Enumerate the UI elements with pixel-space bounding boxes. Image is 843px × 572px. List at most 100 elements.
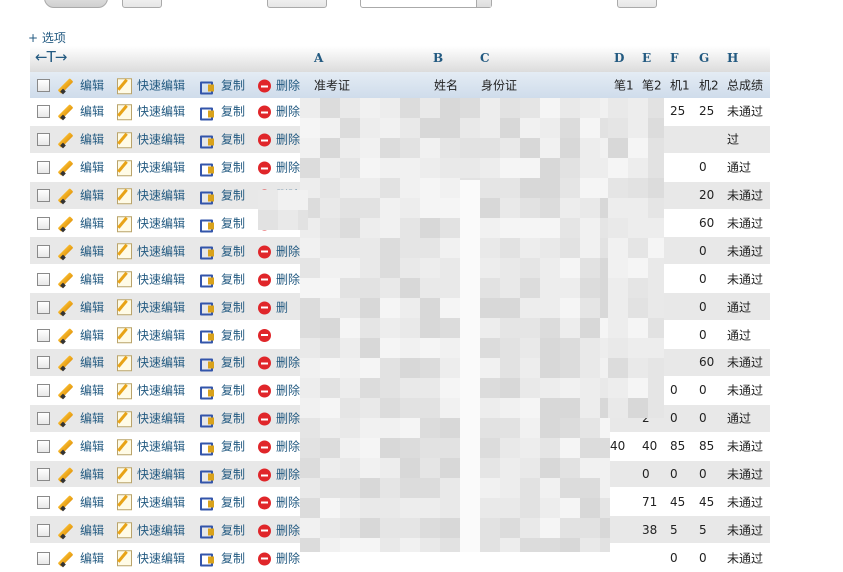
delete-link[interactable]: 删除	[258, 438, 300, 455]
delete-link[interactable]	[258, 328, 276, 342]
top-toolbar-control[interactable]	[122, 0, 162, 8]
quick-edit-link[interactable]: 快速编辑	[117, 409, 185, 427]
quick-edit-link[interactable]: 快速编辑	[117, 270, 185, 288]
quick-edit-link[interactable]: 快速编辑	[117, 158, 185, 176]
copy-link[interactable]: 复制	[200, 270, 245, 288]
delete-link[interactable]: 删除	[258, 77, 300, 94]
edit-link[interactable]: 编辑	[60, 298, 104, 315]
edit-link[interactable]: 编辑	[60, 438, 104, 455]
row-checkbox[interactable]	[37, 468, 50, 482]
delete-link[interactable]: 删除	[258, 159, 300, 176]
edit-link[interactable]: 编辑	[60, 77, 104, 94]
edit-link[interactable]: 编辑	[60, 382, 104, 399]
options-toggle-link[interactable]: + 选项	[28, 29, 66, 46]
quick-edit-link[interactable]: 快速编辑	[117, 465, 185, 483]
quick-edit-link[interactable]: 快速编辑	[117, 298, 185, 316]
copy-link[interactable]: 复制	[200, 298, 245, 316]
row-checkbox[interactable]	[37, 244, 50, 258]
edit-link[interactable]: 编辑	[60, 131, 104, 148]
quick-edit-link[interactable]: 快速编辑	[117, 214, 185, 232]
delete-link[interactable]: 删除	[258, 521, 300, 538]
dropdown-arrow-icon[interactable]	[476, 0, 491, 7]
column-resize-arrows-icon[interactable]: ←T→	[35, 48, 67, 66]
quick-edit-link[interactable]: 快速编辑	[117, 326, 185, 344]
row-checkbox[interactable]	[37, 551, 50, 565]
header-machine2[interactable]: 机2	[699, 77, 719, 94]
row-checkbox[interactable]	[37, 272, 50, 286]
edit-link[interactable]: 编辑	[60, 354, 104, 371]
header-machine1[interactable]: 机1	[670, 77, 690, 94]
edit-link[interactable]: 编辑	[60, 521, 104, 538]
copy-link[interactable]: 复制	[200, 438, 245, 456]
header-ticket[interactable]: 准考证	[314, 77, 350, 94]
header-total[interactable]: 总成绩	[727, 77, 763, 94]
row-checkbox[interactable]	[37, 79, 50, 92]
header-id-card[interactable]: 身份证	[481, 77, 517, 94]
edit-link[interactable]: 编辑	[60, 410, 104, 427]
copy-link[interactable]: 复制	[200, 410, 245, 428]
header-written2[interactable]: 笔2	[642, 77, 662, 94]
quick-edit-link[interactable]: 快速编辑	[117, 493, 185, 511]
delete-link[interactable]: 删除	[258, 410, 300, 427]
quick-edit-link[interactable]: 快速编辑	[117, 76, 185, 94]
edit-link[interactable]: 编辑	[60, 326, 104, 343]
copy-link[interactable]: 复制	[200, 354, 245, 372]
row-checkbox[interactable]	[37, 189, 50, 203]
top-toolbar-button[interactable]	[44, 0, 108, 8]
quick-edit-link[interactable]: 快速编辑	[117, 354, 185, 372]
row-checkbox[interactable]	[37, 440, 50, 454]
copy-link[interactable]: 复制	[200, 77, 245, 94]
copy-link[interactable]: 复制	[200, 131, 245, 149]
edit-link[interactable]: 编辑	[60, 103, 104, 120]
edit-link[interactable]: 编辑	[60, 466, 104, 483]
row-checkbox[interactable]	[37, 412, 50, 426]
delete-link[interactable]: 删除	[258, 466, 300, 483]
copy-link[interactable]: 复制	[200, 215, 245, 232]
copy-link[interactable]: 复制	[200, 326, 245, 344]
quick-edit-link[interactable]: 快速编辑	[117, 186, 185, 204]
delete-link[interactable]: 删除	[258, 270, 300, 287]
top-toolbar-control[interactable]	[267, 0, 327, 8]
row-checkbox[interactable]	[37, 328, 50, 342]
copy-link[interactable]: 复制	[200, 382, 245, 400]
delete-link[interactable]: 删除	[258, 103, 300, 120]
delete-link[interactable]: 删除	[258, 493, 300, 510]
row-checkbox[interactable]	[37, 105, 50, 119]
row-checkbox[interactable]	[37, 356, 50, 370]
quick-edit-link[interactable]: 快速编辑	[117, 521, 185, 539]
delete-link[interactable]: 删除	[258, 242, 300, 259]
top-select-dropdown[interactable]	[360, 0, 492, 8]
copy-link[interactable]: 复制	[200, 187, 245, 205]
row-checkbox[interactable]	[37, 161, 50, 175]
edit-link[interactable]: 编辑	[60, 270, 104, 287]
edit-link[interactable]: 编辑	[60, 215, 104, 232]
delete-link[interactable]: 删	[258, 298, 288, 315]
row-checkbox[interactable]	[37, 217, 50, 230]
edit-link[interactable]: 编辑	[60, 242, 104, 259]
top-toolbar-control[interactable]	[617, 0, 657, 8]
quick-edit-link[interactable]: 快速编辑	[117, 131, 185, 149]
delete-link[interactable]: 删除	[258, 354, 300, 371]
header-name[interactable]: 姓名	[434, 77, 458, 94]
row-checkbox[interactable]	[37, 300, 50, 314]
copy-link[interactable]: 复制	[200, 466, 245, 484]
copy-link[interactable]: 复制	[200, 242, 245, 260]
edit-link[interactable]: 编辑	[60, 159, 104, 176]
quick-edit-link[interactable]: 快速编辑	[117, 103, 185, 121]
copy-link[interactable]: 复制	[200, 521, 245, 539]
edit-link[interactable]: 编辑	[60, 493, 104, 510]
copy-link[interactable]: 复制	[200, 103, 245, 121]
quick-edit-link[interactable]: 快速编辑	[117, 437, 185, 455]
quick-edit-link[interactable]: 快速编辑	[117, 382, 185, 400]
delete-link[interactable]: 删除	[258, 382, 300, 399]
copy-link[interactable]: 复制	[200, 493, 245, 511]
header-written1[interactable]: 笔1	[614, 77, 634, 94]
row-checkbox[interactable]	[37, 384, 50, 398]
row-checkbox[interactable]	[37, 495, 50, 509]
quick-edit-link[interactable]: 快速编辑	[117, 242, 185, 260]
edit-link[interactable]: 编辑	[60, 187, 104, 204]
copy-link[interactable]: 复制	[200, 159, 245, 177]
delete-link[interactable]: 删除	[258, 131, 300, 148]
row-checkbox[interactable]	[37, 523, 50, 537]
row-checkbox[interactable]	[37, 133, 50, 147]
